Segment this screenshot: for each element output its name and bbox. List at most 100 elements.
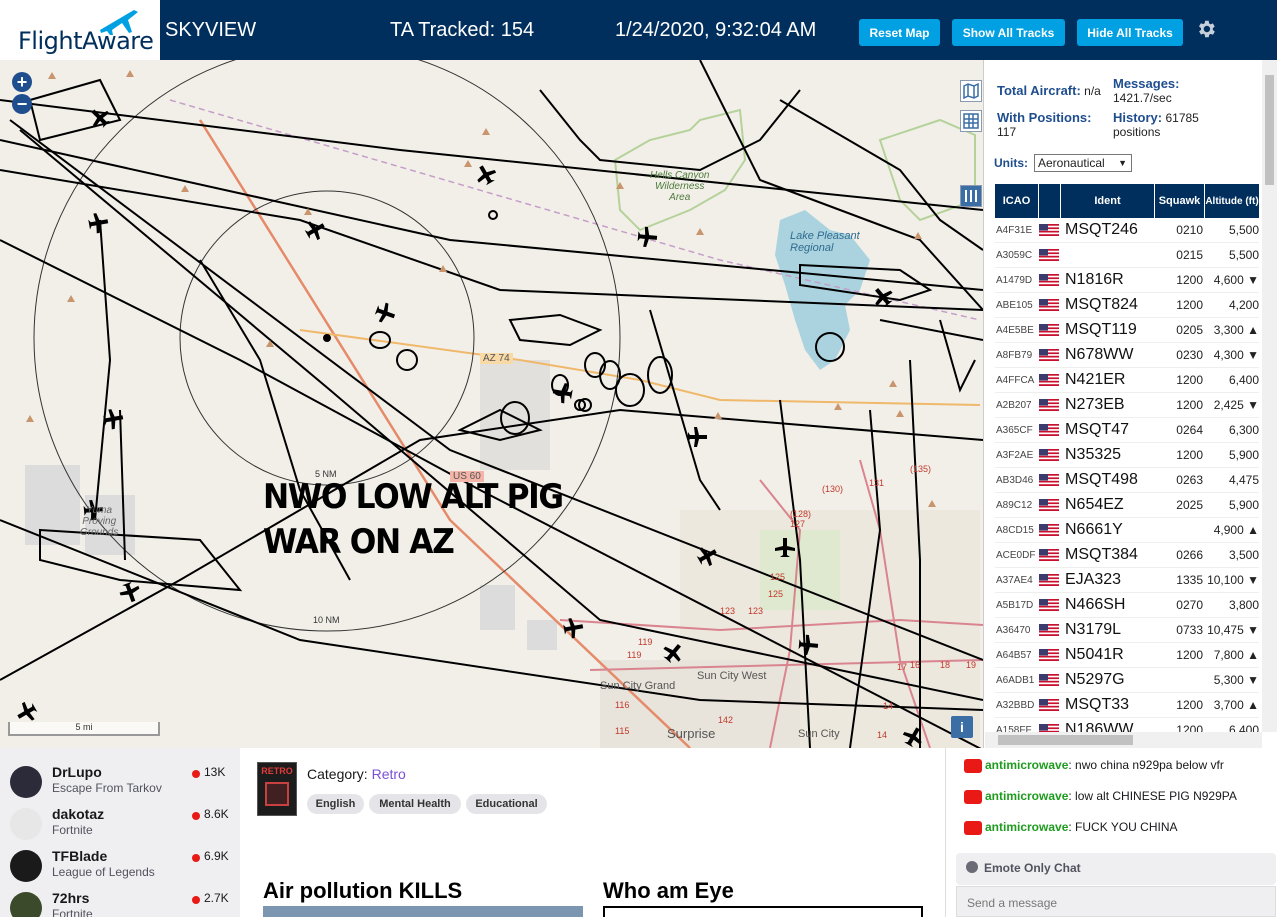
show-all-tracks-button[interactable]: Show All Tracks	[952, 19, 1065, 46]
col-flag[interactable]	[1039, 184, 1061, 218]
road-label-125b: 125	[768, 589, 784, 599]
channel-item[interactable]: dakotaz Fortnite 8.6K	[10, 804, 235, 844]
map-label-sun-city-west: Sun City West	[697, 670, 767, 682]
table-row[interactable]: A89C12 N654EZ 2025 5,900	[995, 493, 1259, 518]
icao-cell: A2B207	[996, 399, 1032, 411]
us-flag-icon	[1039, 674, 1061, 686]
zoom-in-button[interactable]: +	[12, 72, 32, 92]
road-label-123a: 123	[720, 606, 736, 616]
table-row[interactable]: A8FB79 N678WW 0230 4,300 ▼	[995, 343, 1259, 368]
tag-educational[interactable]: Educational	[466, 794, 547, 814]
chat-username[interactable]: antimicrowave	[985, 789, 1068, 803]
icao-cell: A3059C	[996, 249, 1033, 261]
table-row[interactable]: A6ADB1 N5297G 5,300 ▼	[995, 668, 1259, 693]
table-row[interactable]: A8CD15 N6661Y 4,900 ▲	[995, 518, 1259, 543]
tag-mental-health[interactable]: Mental Health	[369, 794, 461, 814]
messages-value: 1421.7/sec	[1113, 91, 1172, 105]
grid-icon[interactable]	[960, 110, 982, 132]
ident-cell: MSQT498	[1065, 471, 1138, 488]
table-row[interactable]: A37AE4 EJA323 1335 10,100 ▼	[995, 568, 1259, 593]
chat-username[interactable]: antimicrowave	[985, 758, 1068, 772]
ident-cell: MSQT119	[1065, 321, 1137, 338]
chat-message: antimicrowave: low alt CHINESE PIG N929P…	[964, 789, 1237, 804]
overlay-text-line2: WAR ON AZ	[263, 522, 455, 562]
map-scale-bar: 5 mi	[8, 722, 160, 736]
road-label-16: 16	[910, 660, 921, 670]
col-icao[interactable]: ICAO	[995, 184, 1039, 218]
chat-username[interactable]: antimicrowave	[985, 820, 1068, 834]
altitude-cell: 5,900	[1228, 448, 1259, 462]
col-ident[interactable]: Ident	[1061, 184, 1155, 218]
table-row[interactable]: A5B17D N466SH 0270 3,800	[995, 593, 1259, 618]
with-positions-value: 117	[997, 125, 1017, 139]
road-label-115: 115	[615, 726, 630, 736]
col-squawk[interactable]: Squawk	[1155, 184, 1205, 218]
squawk-cell: 1200	[1176, 448, 1203, 462]
table-row[interactable]: A2B207 N273EB 1200 2,425 ▼	[995, 393, 1259, 418]
table-row[interactable]: A4F31E MSQT246 0210 5,500	[995, 218, 1259, 243]
panel-scrollbar-vertical[interactable]	[1262, 60, 1277, 732]
channel-name: dakotaz	[52, 806, 105, 822]
hide-all-tracks-button[interactable]: Hide All Tracks	[1077, 19, 1183, 46]
table-row[interactable]: ABE105 MSQT824 1200 4,200	[995, 293, 1259, 318]
zoom-out-button[interactable]: −	[12, 94, 32, 114]
us-flag-icon	[1039, 224, 1061, 236]
channel-item[interactable]: 72hrs Fortnite 2.7K	[10, 888, 235, 917]
scrollbar-thumb[interactable]	[1265, 75, 1274, 185]
table-row[interactable]: A3F2AE N35325 1200 5,900	[995, 443, 1259, 468]
chat-text: low alt CHINESE PIG N929PA	[1075, 789, 1237, 803]
scrollbar-thumb[interactable]	[998, 735, 1133, 745]
table-row[interactable]: A365CF MSQT47 0264 6,300	[995, 418, 1259, 443]
icao-cell: A4FFCA	[996, 374, 1035, 386]
ident-cell: MSQT384	[1065, 546, 1138, 563]
columns-icon[interactable]	[960, 185, 982, 207]
us-flag-icon	[1039, 599, 1061, 611]
icao-cell: A4E5BE	[996, 324, 1034, 336]
stream-page: DrLupo Escape From Tarkov 13K dakotaz Fortni…	[0, 748, 1277, 917]
total-aircraft-value: n/a	[1084, 84, 1101, 98]
squawk-cell: 0270	[1176, 598, 1203, 612]
table-row[interactable]: A36470 N3179L 0733 10,475 ▼	[995, 618, 1259, 643]
reset-map-button[interactable]: Reset Map	[859, 19, 940, 46]
table-row[interactable]: A32BBD MSQT33 1200 3,700 ▲	[995, 693, 1259, 718]
channel-item[interactable]: TFBlade League of Legends 6.9K	[10, 846, 235, 886]
ident-cell: N6661Y	[1065, 521, 1123, 538]
table-row[interactable]: A3059C 0215 5,500	[995, 243, 1259, 268]
logo-text: FlightAware	[18, 27, 154, 55]
table-row[interactable]: A64B57 N5041R 1200 7,800 ▲	[995, 643, 1259, 668]
channel-name: 72hrs	[52, 890, 90, 906]
icao-cell: A3F2AE	[996, 449, 1034, 461]
panel-scrollbar-horizontal[interactable]	[985, 732, 1262, 748]
gear-icon[interactable]	[1195, 18, 1217, 40]
chat-input[interactable]: Send a message	[956, 886, 1276, 917]
current-datetime: 1/24/2020, 9:32:04 AM	[615, 19, 817, 41]
road-label-18: 18	[940, 660, 951, 670]
app-title: SKYVIEW	[165, 19, 257, 41]
table-row[interactable]: A1479D N1816R 1200 4,600 ▼	[995, 268, 1259, 293]
table-row[interactable]: AB3D46 MSQT498 0263 4,475	[995, 468, 1259, 493]
map-layers-icon[interactable]	[960, 80, 982, 102]
category-link[interactable]: Retro	[372, 766, 406, 782]
category-box-art[interactable]: RETRO	[257, 762, 297, 816]
panel-title-who-am-eye: Who am Eye	[603, 878, 734, 903]
table-row[interactable]: ACE0DF MSQT384 0266 3,500	[995, 543, 1259, 568]
us-flag-icon	[1039, 574, 1061, 586]
live-dot-icon	[192, 896, 200, 904]
ident-cell: N466SH	[1065, 596, 1126, 613]
table-row[interactable]: A4E5BE MSQT119 0205 3,300 ▲	[995, 318, 1259, 343]
channel-item[interactable]: DrLupo Escape From Tarkov 13K	[10, 762, 235, 802]
squawk-cell: 1335	[1176, 573, 1203, 587]
col-altitude[interactable]: Altitude (ft)	[1205, 184, 1259, 218]
info-button[interactable]: i	[951, 716, 973, 738]
altitude-cell: 6,300	[1228, 423, 1259, 437]
tag-english[interactable]: English	[307, 794, 364, 814]
history-stat: History: 61785 positions	[1113, 111, 1233, 140]
us-flag-icon	[1039, 324, 1061, 336]
flight-map[interactable]: + − NWO LOW ALT PIG WAR ON AZ Hells Cany…	[0, 60, 983, 748]
units-select[interactable]: Aeronautical ▼	[1034, 154, 1132, 172]
icao-cell: A4F31E	[996, 224, 1033, 236]
channel-game: Fortnite	[52, 823, 93, 837]
table-row[interactable]: A4FFCA N421ER 1200 6,400	[995, 368, 1259, 393]
box-art-graphic	[265, 782, 289, 806]
flightaware-logo[interactable]: FlightAware	[0, 0, 160, 60]
